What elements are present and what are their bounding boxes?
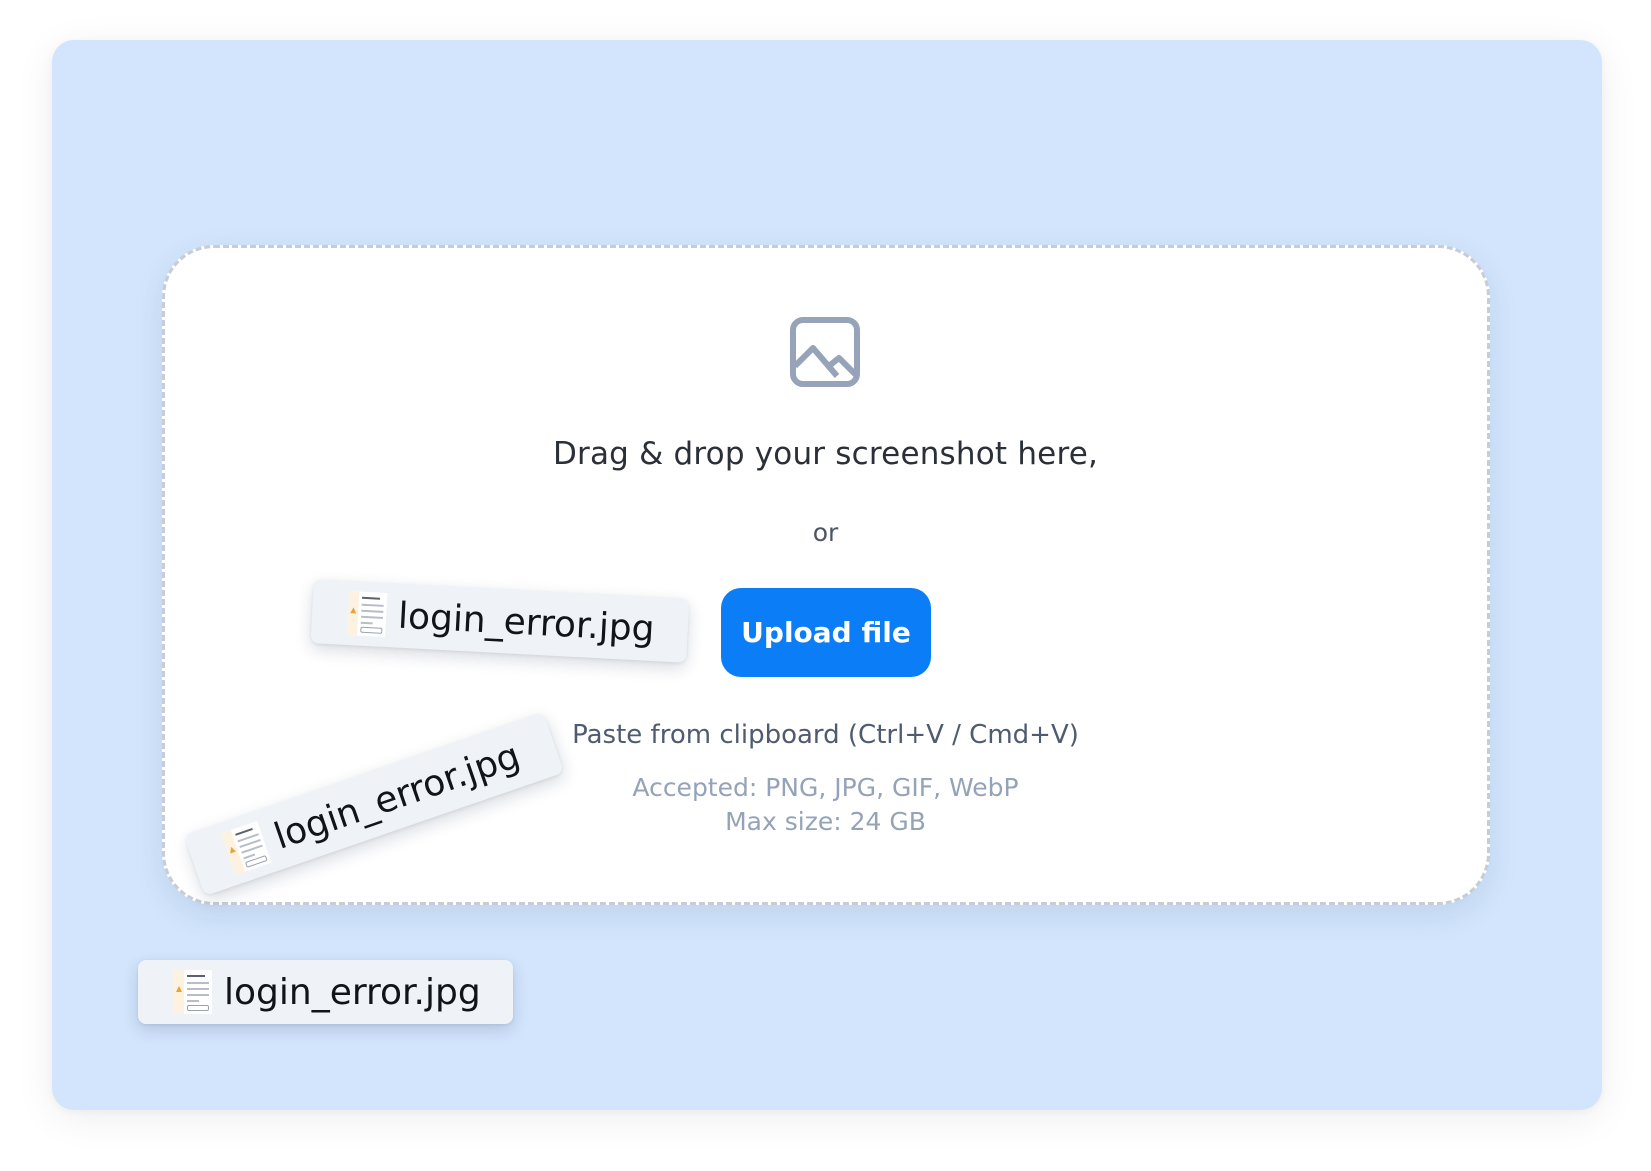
file-thumbnail-icon (347, 591, 388, 638)
or-separator: or (812, 518, 839, 547)
dragged-file-chip[interactable]: login_error.jpg (138, 960, 513, 1024)
accepted-formats: Accepted: PNG, JPG, GIF, WebP (632, 773, 1019, 802)
dropzone-headline: Drag & drop your screenshot here, (552, 436, 1099, 472)
paste-hint: Paste from clipboard (Ctrl+V / Cmd+V) (572, 720, 1079, 750)
image-icon (790, 317, 860, 387)
upload-file-button[interactable]: Upload file (721, 588, 931, 677)
file-name: login_error.jpg (397, 595, 656, 650)
file-name: login_error.jpg (224, 971, 481, 1013)
file-thumbnail-icon (174, 970, 212, 1014)
file-thumbnail-icon (221, 820, 272, 875)
